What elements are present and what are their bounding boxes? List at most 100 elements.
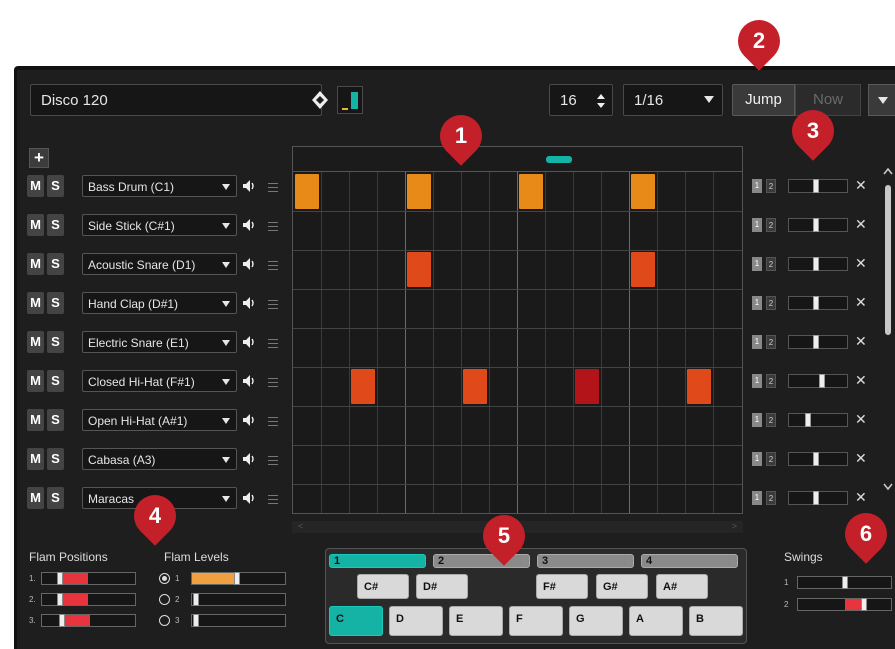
velocity-slider[interactable] bbox=[788, 374, 848, 388]
velocity-1-button[interactable]: 1 bbox=[752, 491, 762, 505]
instrument-select[interactable]: Cabasa (A3) bbox=[82, 448, 237, 470]
preset-icon[interactable] bbox=[309, 88, 331, 112]
velocity-slider[interactable] bbox=[788, 179, 848, 193]
velocity-1-button[interactable]: 1 bbox=[752, 218, 762, 232]
speaker-icon[interactable] bbox=[241, 217, 257, 233]
close-icon[interactable]: ✕ bbox=[855, 294, 867, 311]
solo-button[interactable]: S bbox=[47, 214, 64, 236]
velocity-2-button[interactable]: 2 bbox=[766, 491, 776, 505]
white-key[interactable]: F bbox=[509, 606, 563, 636]
solo-button[interactable]: S bbox=[47, 253, 64, 275]
velocity-2-button[interactable]: 2 bbox=[766, 296, 776, 310]
instrument-select[interactable]: Closed Hi-Hat (F#1) bbox=[82, 370, 237, 392]
scroll-up-icon[interactable] bbox=[883, 167, 893, 175]
black-key[interactable]: G# bbox=[596, 574, 648, 599]
scroll-left-icon[interactable]: < bbox=[298, 521, 303, 531]
active-step[interactable] bbox=[575, 369, 599, 404]
menu-button[interactable] bbox=[868, 84, 895, 116]
velocity-slider[interactable] bbox=[788, 257, 848, 271]
swing-slider[interactable] bbox=[797, 598, 892, 611]
velocity-1-button[interactable]: 1 bbox=[752, 179, 762, 193]
solo-button[interactable]: S bbox=[47, 370, 64, 392]
black-key[interactable]: F# bbox=[536, 574, 588, 599]
flam-level-slider[interactable] bbox=[191, 593, 286, 606]
instrument-select[interactable]: Acoustic Snare (D1) bbox=[82, 253, 237, 275]
slider-handle[interactable] bbox=[805, 413, 811, 427]
instrument-select[interactable]: Electric Snare (E1) bbox=[82, 331, 237, 353]
drag-handle-icon[interactable] bbox=[268, 414, 278, 426]
speaker-icon[interactable] bbox=[241, 178, 257, 194]
slider-handle[interactable] bbox=[234, 572, 240, 585]
flam-position-slider[interactable] bbox=[41, 614, 136, 627]
velocity-slider[interactable] bbox=[788, 218, 848, 232]
drag-handle-icon[interactable] bbox=[268, 375, 278, 387]
close-icon[interactable]: ✕ bbox=[855, 411, 867, 428]
speaker-icon[interactable] bbox=[241, 490, 257, 506]
mute-button[interactable]: M bbox=[27, 448, 44, 470]
drag-handle-icon[interactable] bbox=[268, 180, 278, 192]
velocity-2-button[interactable]: 2 bbox=[766, 335, 776, 349]
active-step[interactable] bbox=[631, 252, 655, 287]
slider-handle[interactable] bbox=[813, 218, 819, 232]
velocity-2-button[interactable]: 2 bbox=[766, 257, 776, 271]
flam-position-slider[interactable] bbox=[41, 593, 136, 606]
mute-button[interactable]: M bbox=[27, 370, 44, 392]
add-instrument-button[interactable]: + bbox=[29, 148, 49, 168]
slider-handle[interactable] bbox=[813, 452, 819, 466]
slider-handle[interactable] bbox=[57, 593, 63, 606]
flam-level-slider[interactable] bbox=[191, 572, 286, 585]
velocity-slider[interactable] bbox=[788, 413, 848, 427]
active-step[interactable] bbox=[407, 252, 431, 287]
octave-tab[interactable]: 2 bbox=[433, 554, 530, 568]
velocity-1-button[interactable]: 1 bbox=[752, 335, 762, 349]
stepper-icon[interactable] bbox=[596, 93, 606, 109]
flam-level-radio[interactable] bbox=[159, 594, 170, 605]
white-key[interactable]: G bbox=[569, 606, 623, 636]
black-key[interactable]: A# bbox=[656, 574, 708, 599]
close-icon[interactable]: ✕ bbox=[855, 450, 867, 467]
close-icon[interactable]: ✕ bbox=[855, 255, 867, 272]
solo-button[interactable]: S bbox=[47, 409, 64, 431]
instrument-select[interactable]: Side Stick (C#1) bbox=[82, 214, 237, 236]
mute-button[interactable]: M bbox=[27, 214, 44, 236]
pattern-name-field[interactable]: Disco 120 bbox=[30, 84, 322, 116]
octave-tab[interactable]: 3 bbox=[537, 554, 634, 568]
close-icon[interactable]: ✕ bbox=[855, 333, 867, 350]
instrument-select[interactable]: Open Hi-Hat (A#1) bbox=[82, 409, 237, 431]
speaker-icon[interactable] bbox=[241, 412, 257, 428]
active-step[interactable] bbox=[463, 369, 487, 404]
octave-tab[interactable]: 4 bbox=[641, 554, 738, 568]
slider-handle[interactable] bbox=[813, 335, 819, 349]
solo-button[interactable]: S bbox=[47, 175, 64, 197]
instrument-select[interactable]: Hand Clap (D#1) bbox=[82, 292, 237, 314]
scroll-right-icon[interactable]: > bbox=[732, 521, 737, 531]
active-step[interactable] bbox=[687, 369, 711, 404]
flam-level-radio[interactable] bbox=[159, 615, 170, 626]
velocity-2-button[interactable]: 2 bbox=[766, 413, 776, 427]
active-step[interactable] bbox=[631, 174, 655, 209]
velocity-slider[interactable] bbox=[788, 491, 848, 505]
velocity-1-button[interactable]: 1 bbox=[752, 452, 762, 466]
slider-handle[interactable] bbox=[193, 614, 199, 627]
slider-handle[interactable] bbox=[59, 614, 65, 627]
vertical-scrollbar[interactable] bbox=[881, 165, 895, 495]
mute-button[interactable]: M bbox=[27, 292, 44, 314]
drag-handle-icon[interactable] bbox=[268, 453, 278, 465]
drag-handle-icon[interactable] bbox=[268, 219, 278, 231]
slider-handle[interactable] bbox=[819, 374, 825, 388]
jump-button[interactable]: Jump bbox=[732, 84, 795, 116]
slider-handle[interactable] bbox=[813, 257, 819, 271]
slider-handle[interactable] bbox=[813, 491, 819, 505]
white-key[interactable]: D bbox=[389, 606, 443, 636]
velocity-slider[interactable] bbox=[788, 452, 848, 466]
instrument-select[interactable]: Bass Drum (C1) bbox=[82, 175, 237, 197]
speaker-icon[interactable] bbox=[241, 334, 257, 350]
mute-button[interactable]: M bbox=[27, 409, 44, 431]
slider-handle[interactable] bbox=[57, 572, 63, 585]
mute-button[interactable]: M bbox=[27, 331, 44, 353]
active-step[interactable] bbox=[407, 174, 431, 209]
white-key[interactable]: C bbox=[329, 606, 383, 636]
speaker-icon[interactable] bbox=[241, 295, 257, 311]
velocity-1-button[interactable]: 1 bbox=[752, 413, 762, 427]
step-count-field[interactable]: 16 bbox=[549, 84, 613, 116]
